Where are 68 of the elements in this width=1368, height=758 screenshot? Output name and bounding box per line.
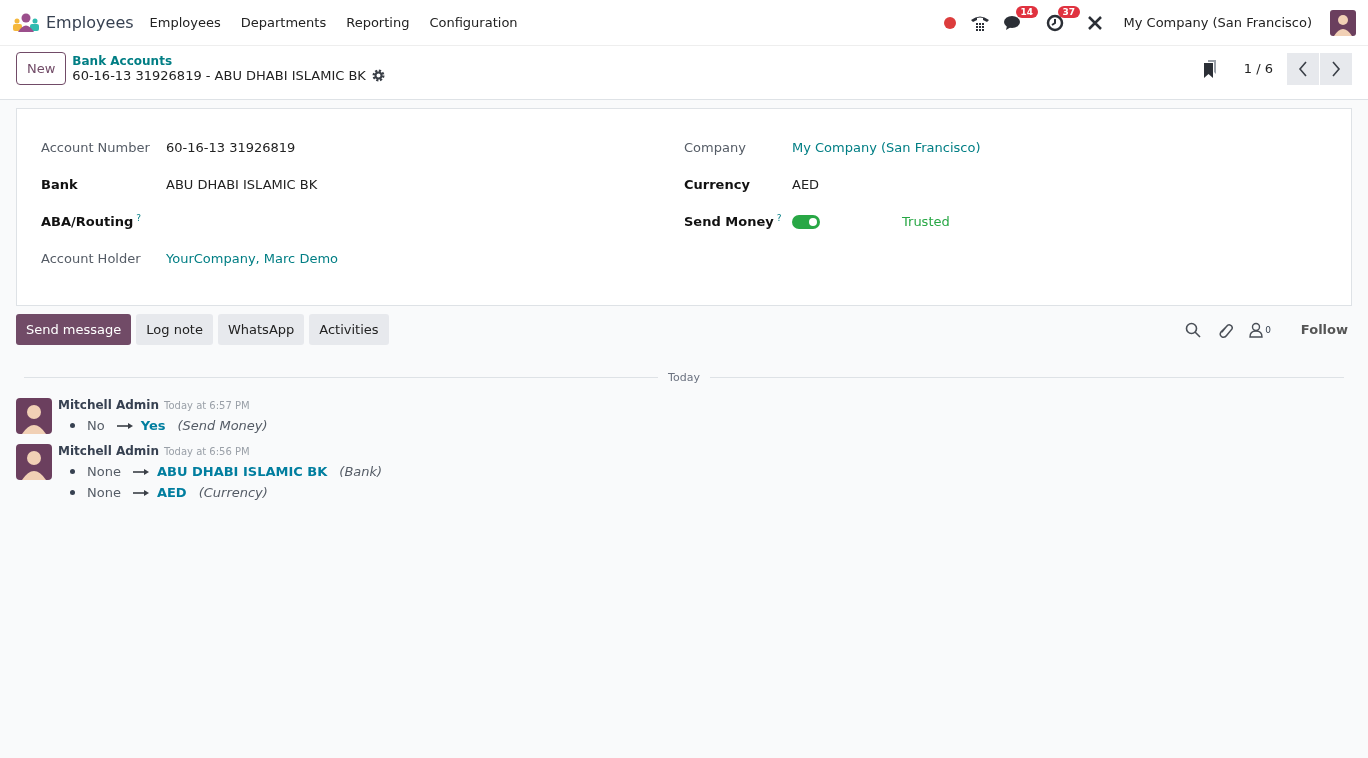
field-name: (Bank) [339,464,383,479]
gear-icon[interactable] [371,69,385,82]
arrow-icon [116,421,133,430]
company-switcher[interactable]: My Company (San Francisco) [1123,15,1312,30]
chatter-tab[interactable]: Send message [16,314,132,345]
person-icon [1249,321,1264,338]
menu-item[interactable]: Configuration [429,15,518,30]
next-button[interactable] [1320,52,1352,85]
field-label: Account Holder [41,251,141,266]
menu-item[interactable]: Departments [240,15,327,30]
clock-icon[interactable] [1045,13,1064,32]
previous-button[interactable] [1287,52,1319,85]
new-value: AED [156,485,187,500]
app-name[interactable]: Employees [46,13,134,32]
record-dot-icon[interactable] [943,16,956,29]
arrow-icon [132,467,149,476]
old-value: None [87,464,121,479]
field-name: (Send Money) [177,418,268,433]
date-separator: Today [668,371,700,384]
new-value: Yes [140,418,166,433]
search-icon [1185,321,1202,338]
chatter-tab[interactable]: Activities [309,314,389,345]
field-label: Company [684,140,746,155]
arrow-icon [132,488,149,497]
field-label: Bank [41,177,78,192]
chevron-right-icon [1331,60,1341,77]
record-title: 60-16-13 31926819 - ABU DHABI ISLAMIC BK [72,68,366,83]
user-avatar-icon[interactable] [1330,9,1356,36]
chatter-tab[interactable]: WhatsApp [217,314,305,345]
new-button[interactable]: New [16,52,67,85]
field-label: ABA/Routing [41,214,134,230]
field-value: 60-16-13 31926819 [166,140,296,155]
help-tooltip[interactable]: ? [136,213,141,224]
breadcrumb-link[interactable]: Bank Accounts [72,54,385,68]
field-link[interactable]: My Company (San Francisco) [792,140,981,155]
new-value: ABU DHABI ISLAMIC BK [156,464,328,479]
follow-button[interactable]: Follow [1296,318,1352,341]
toggle-switch[interactable] [792,214,820,229]
count-badge: 37 [1057,5,1081,18]
field-label: Send Money [684,214,774,230]
help-tooltip[interactable]: ? [776,213,782,224]
pager-value[interactable]: 1 / 6 [1243,61,1273,76]
old-value: None [87,485,121,500]
bookmark-icon[interactable] [1201,58,1218,79]
menu-item[interactable]: Employees [149,15,221,30]
field-link[interactable]: YourCompany, Marc Demo [166,251,338,266]
field-value: ABU DHABI ISLAMIC BK [166,177,318,192]
avatar-icon [16,444,52,480]
chatter-tab[interactable]: Log note [136,314,213,345]
bullet-icon [70,469,75,474]
message-date: Today at 6:57 PM [164,400,250,411]
author-name[interactable]: Mitchell Admin [58,398,160,412]
followers-button[interactable]: 0 [1245,317,1275,342]
field-label: Currency [684,177,750,192]
count-badge: 14 [1015,5,1039,18]
field-label: Account Number [41,140,150,155]
avatar-icon [16,398,52,434]
bullet-icon [70,423,75,428]
bullet-icon [70,490,75,495]
old-value: No [87,418,105,433]
field-name: (Currency) [198,485,268,500]
chevron-left-icon [1298,60,1308,77]
app-logo-icon [12,12,40,33]
author-name[interactable]: Mitchell Admin [58,444,160,458]
status-text: Trusted [902,214,950,229]
message-date: Today at 6:56 PM [164,446,250,457]
field-value: AED [792,177,820,192]
menu-item[interactable]: Reporting [346,15,410,30]
